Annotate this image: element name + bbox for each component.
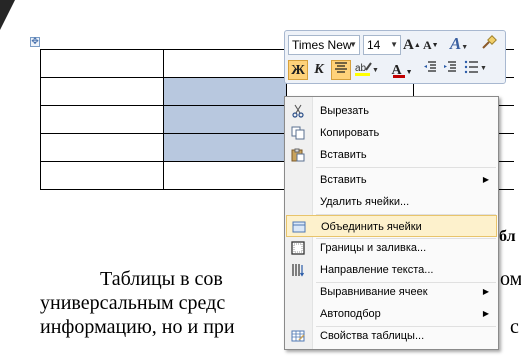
selected-cell[interactable]	[163, 133, 287, 162]
menu-item-cut[interactable]: Вырезать	[286, 100, 497, 122]
align-center-icon	[335, 62, 347, 73]
styles-button[interactable]: A▼	[447, 34, 471, 54]
menu-item-delete-cells[interactable]: Удалить ячейки...	[286, 191, 497, 213]
paragraph-line-1-end: ом	[500, 268, 521, 290]
bullets-button[interactable]: ▼	[463, 60, 489, 80]
svg-text:▼: ▼	[480, 64, 487, 72]
table-cell[interactable]	[40, 105, 164, 134]
font-name-value: Times New	[292, 38, 352, 52]
paragraph-line-3-end: с	[510, 316, 519, 338]
scissors-icon	[292, 104, 304, 118]
submenu-arrow-icon: ▶	[482, 287, 489, 296]
selected-cell[interactable]	[163, 105, 287, 134]
table-cell[interactable]	[40, 133, 164, 162]
bold-button[interactable]: Ж	[288, 60, 308, 80]
italic-button[interactable]: К	[310, 60, 328, 80]
table-cell[interactable]	[40, 49, 164, 78]
highlighter-icon: ab ▼	[355, 62, 379, 76]
menu-item-insert[interactable]: Вставить ▶	[286, 169, 497, 191]
menu-item-table-properties[interactable]: Свойства таблицы...	[286, 325, 497, 347]
shrink-font-button[interactable]: A▼	[423, 35, 439, 55]
table-cell[interactable]	[163, 161, 287, 190]
mini-toolbar: Times New ▼ 14 ▼ A▲ A▼ A▼ Ж К ab ▼ A ▼ ▼	[284, 30, 506, 84]
align-center-button[interactable]	[331, 60, 351, 80]
menu-item-merge-cells[interactable]: Объединить ячейки	[286, 215, 497, 237]
highlight-button[interactable]: ab ▼	[353, 60, 379, 80]
font-color-bar	[393, 75, 405, 78]
decrease-indent-icon	[424, 61, 436, 72]
decrease-indent-button[interactable]	[421, 60, 439, 80]
chevron-down-icon: ▼	[349, 40, 357, 49]
menu-item-paste[interactable]: Вставить	[286, 144, 497, 166]
paragraph-line-1: Таблицы в сов	[100, 268, 223, 290]
text-direction-icon	[292, 264, 305, 277]
context-menu: Вырезать Копировать Вставить Вставить ▶ …	[284, 96, 499, 350]
paragraph-line-2: универсальным средс	[40, 292, 226, 314]
bullet-list-icon: ▼	[464, 60, 487, 74]
font-color-button[interactable]: A ▼	[389, 60, 415, 80]
font-size-value: 14	[367, 38, 381, 52]
format-painter-icon[interactable]	[479, 34, 499, 54]
heading-fragment: бл	[499, 228, 516, 245]
svg-text:▼: ▼	[372, 66, 378, 74]
menu-item-autofit[interactable]: Автоподбор ▶	[286, 303, 497, 325]
table-properties-icon	[291, 330, 305, 342]
submenu-arrow-icon: ▶	[482, 175, 489, 184]
submenu-arrow-icon: ▶	[482, 309, 489, 318]
menu-separator	[316, 167, 496, 168]
selected-cell[interactable]	[163, 77, 287, 106]
merge-cells-icon	[292, 221, 306, 233]
menu-item-text-direction[interactable]: Направление текста...	[286, 259, 497, 281]
table-move-handle[interactable]: ✥	[30, 37, 40, 47]
paragraph-line-3: информацию, но и при	[40, 316, 235, 338]
chevron-down-icon: ▼	[390, 40, 398, 49]
font-size-combo[interactable]: 14 ▼	[363, 35, 401, 55]
table-cell[interactable]	[163, 49, 287, 78]
increase-indent-icon	[444, 61, 456, 72]
table-cell[interactable]	[40, 161, 164, 190]
borders-icon	[291, 241, 305, 255]
paste-icon	[291, 148, 305, 162]
increase-indent-button[interactable]	[441, 60, 459, 80]
menu-item-cell-alignment[interactable]: Выравнивание ячеек ▶	[286, 281, 497, 303]
copy-icon	[291, 126, 305, 140]
font-name-combo[interactable]: Times New ▼	[288, 35, 360, 55]
svg-text:ab: ab	[355, 63, 367, 74]
grow-font-button[interactable]: A▲	[403, 35, 421, 55]
menu-item-borders-shading[interactable]: Границы и заливка...	[286, 237, 497, 259]
table-cell[interactable]	[40, 77, 164, 106]
menu-item-copy[interactable]: Копировать	[286, 122, 497, 144]
